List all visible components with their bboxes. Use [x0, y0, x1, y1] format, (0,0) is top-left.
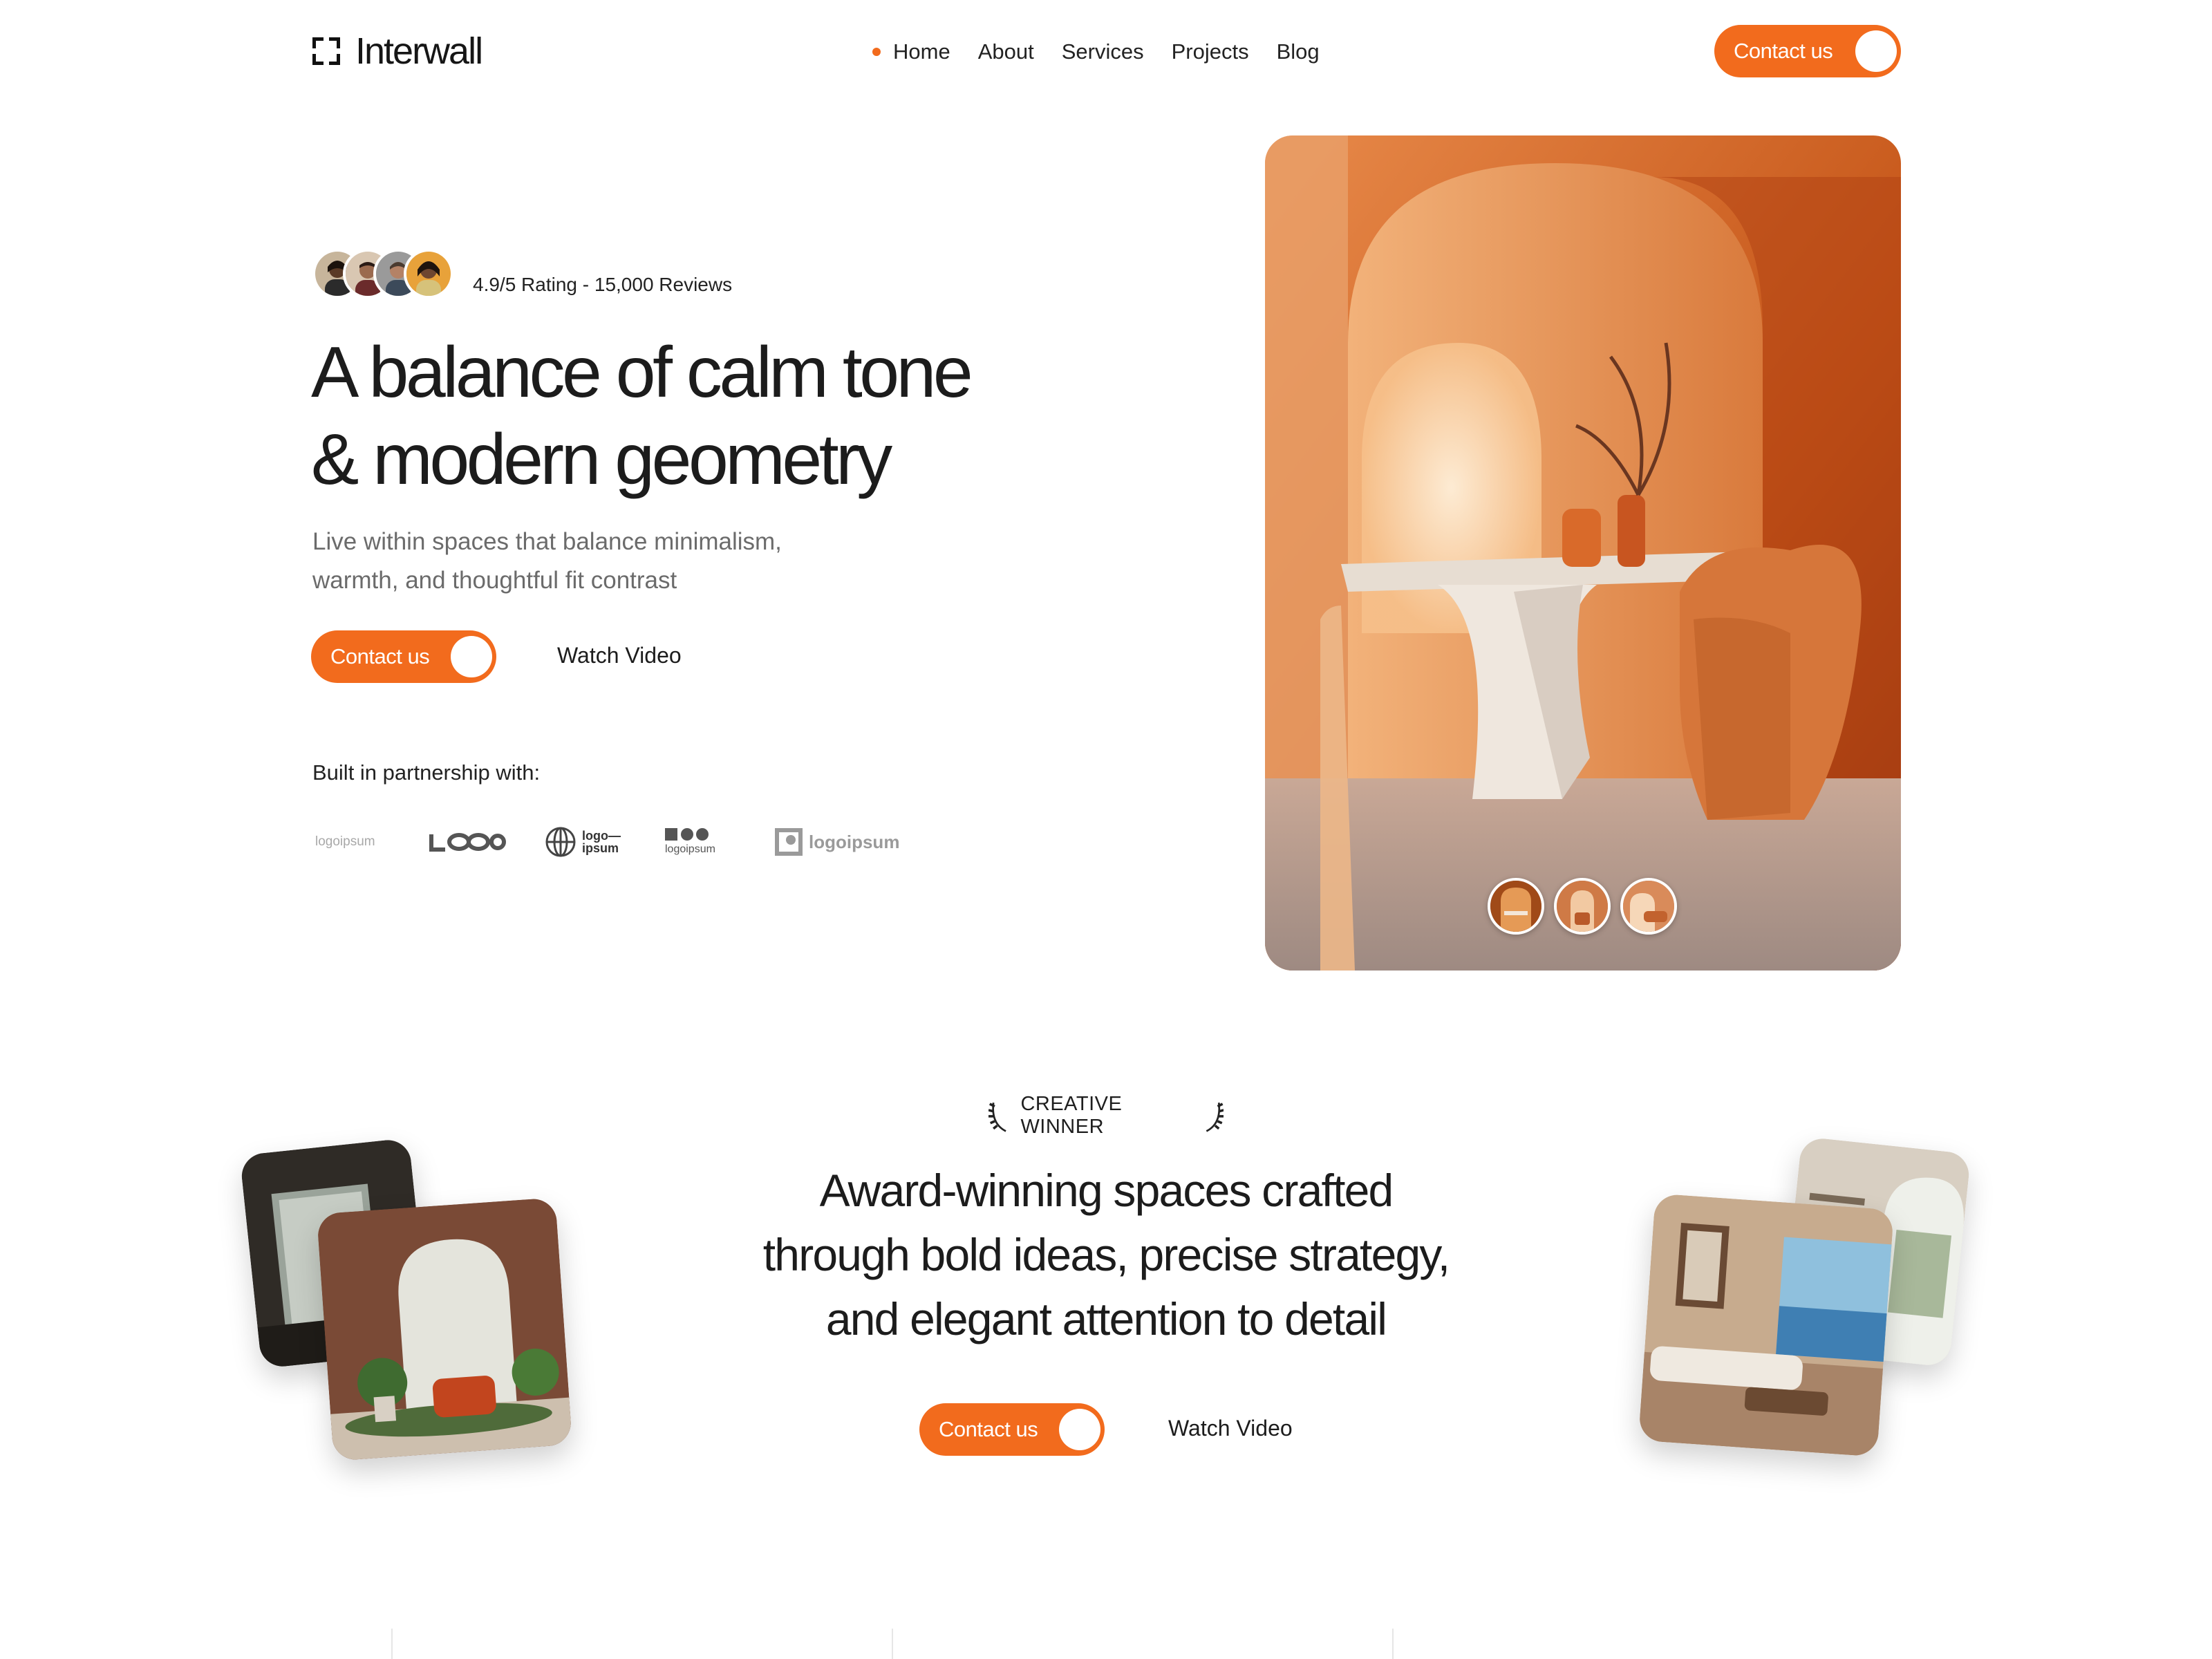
avatar	[404, 249, 453, 299]
partners-label: Built in partnership with:	[312, 760, 541, 785]
thumbnail[interactable]	[1488, 878, 1544, 935]
nav-item-label: Home	[893, 39, 950, 64]
hero-title-line: & modern geometry	[311, 420, 892, 500]
watch-video-link[interactable]: Watch Video	[557, 643, 682, 668]
bracket-frame-icon	[312, 37, 340, 65]
image-thumbnails	[1488, 878, 1677, 935]
award-title-line: and elegant attention to detail	[825, 1293, 1387, 1344]
watch-video-link[interactable]: Watch Video	[1168, 1416, 1293, 1441]
award-title-line: Award-winning spaces crafted	[819, 1165, 1394, 1216]
hero-title: A balance of calm tone & modern geometry	[311, 329, 1106, 503]
gallery-card	[316, 1197, 573, 1461]
button-label: Contact us	[330, 644, 430, 668]
button-label: Contact us	[939, 1417, 1038, 1441]
section-divider	[892, 1629, 893, 1659]
looo-mark-icon	[429, 833, 506, 852]
award-title: Award-winning spaces crafted through bol…	[691, 1159, 1521, 1351]
nav-item-projects[interactable]: Projects	[1172, 39, 1249, 64]
award-contact-button[interactable]: Contact us	[919, 1403, 1105, 1456]
partner-logo: logoipsum	[315, 834, 375, 849]
thumbnail[interactable]	[1554, 878, 1611, 935]
nav-contact-button[interactable]: Contact us	[1714, 25, 1901, 77]
nav-item-blog[interactable]: Blog	[1277, 39, 1320, 64]
hero-image	[1265, 135, 1901, 971]
award-badge-text: CREATIVE WINNER	[1020, 1093, 1123, 1138]
partner-logo: logoipsum	[665, 820, 715, 864]
partner-logo: logoipsum	[774, 820, 899, 864]
hero-subtitle: Live within spaces that balance minimali…	[312, 523, 865, 600]
toggle-knob-icon	[451, 636, 492, 677]
active-dot-icon	[872, 48, 881, 56]
nav-item-home[interactable]: Home	[872, 39, 950, 64]
partner-logo	[429, 820, 507, 864]
globe-icon	[545, 827, 576, 857]
award-badge: CREATIVE WINNER	[988, 1093, 1224, 1138]
squares-dots-icon	[665, 828, 709, 841]
section-divider	[1392, 1629, 1394, 1659]
nav-item-services[interactable]: Services	[1062, 39, 1144, 64]
laurel-right-icon	[1206, 1103, 1224, 1132]
partner-logos: logoipsum logo—ipsum logoipsum logoipsum	[315, 820, 910, 864]
main-nav: Home About Services Projects Blog	[872, 35, 1320, 69]
thumbnail[interactable]	[1620, 878, 1677, 935]
hero-title-line: A balance of calm tone	[311, 332, 973, 413]
toggle-knob-icon	[1059, 1409, 1100, 1450]
nav-item-label: About	[977, 39, 1034, 64]
nav-item-label: Projects	[1171, 39, 1249, 64]
hero-contact-button[interactable]: Contact us	[311, 630, 496, 683]
nav-item-about[interactable]: About	[978, 39, 1034, 64]
nav-item-label: Services	[1061, 39, 1144, 64]
reviewer-avatars	[312, 249, 458, 299]
laurel-left-icon	[988, 1103, 1006, 1132]
rating-text: 4.9/5 Rating - 15,000 Reviews	[473, 274, 733, 295]
gallery-card	[1638, 1193, 1895, 1457]
button-label: Contact us	[1734, 39, 1833, 63]
brand-logo[interactable]: Interwall	[312, 28, 483, 75]
section-divider	[391, 1629, 393, 1659]
brand-name: Interwall	[355, 30, 483, 72]
toggle-knob-icon	[1855, 30, 1897, 72]
hero-subtitle-line: Live within spaces that balance minimali…	[312, 528, 782, 555]
frame-logo-icon	[775, 828, 803, 856]
award-title-line: through bold ideas, precise strategy,	[762, 1229, 1450, 1280]
nav-item-label: Blog	[1276, 39, 1320, 64]
partner-logo: logo—ipsum	[545, 820, 626, 864]
hero-subtitle-line: warmth, and thoughtful fit contrast	[312, 567, 677, 594]
